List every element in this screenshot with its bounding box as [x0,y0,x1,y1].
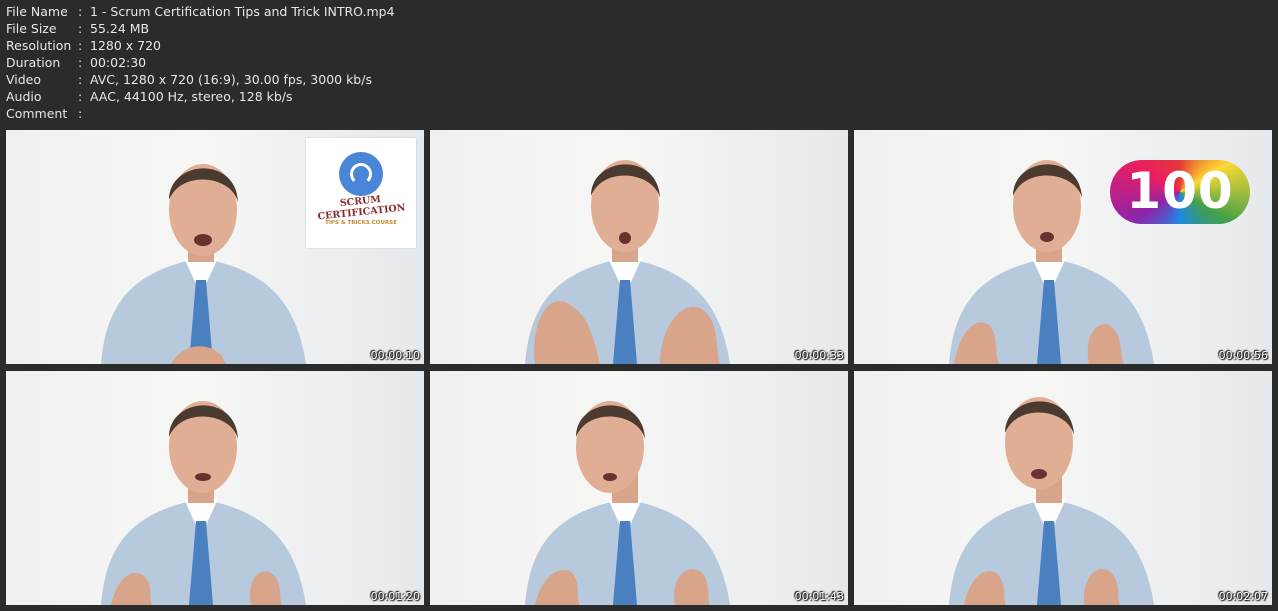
info-key: Comment [6,106,68,121]
video-thumbnail[interactable]: 100 00:00:56 [854,130,1272,364]
video-thumbnail[interactable]: 00:02:07 [854,371,1272,605]
info-row-audio: Audio : AAC, 44100 Hz, stereo, 128 kb/s [6,88,395,105]
info-key: Audio [6,89,42,104]
thumbnail-timestamp: 00:00:56 [1218,349,1268,362]
presenter-image [101,401,306,605]
info-key: File Size [6,21,57,36]
video-thumbnail[interactable]: 00:00:33 [430,130,848,364]
info-key: Video [6,72,42,87]
info-separator: : [78,55,83,70]
info-key: File Name [6,4,68,19]
hundred-badge: 100 [1110,160,1250,224]
info-value: 55.24 MB [90,21,150,36]
info-value: AAC, 44100 Hz, stereo, 128 kb/s [90,89,293,104]
video-thumbnail[interactable]: 00:01:20 [6,371,424,605]
thumbnail-timestamp: 00:00:33 [794,349,844,362]
info-row-file-name: File Name : 1 - Scrum Certification Tips… [6,3,395,20]
video-thumbnail[interactable]: SCRUM CERTIFICATION TIPS & TRICKS COURSE… [6,130,424,364]
info-key: Resolution [6,38,72,53]
info-key: Duration [6,55,61,70]
presenter-image [949,397,1154,605]
hundred-text: 100 [1126,162,1234,220]
logo-subtitle: TIPS & TRICKS COURSE [325,220,397,226]
file-info-panel: File Name : 1 - Scrum Certification Tips… [6,3,395,122]
thumbnail-timestamp: 00:01:43 [794,590,844,603]
info-value: 00:02:30 [90,55,147,70]
info-row-comment: Comment : [6,105,395,122]
logo-title: SCRUM CERTIFICATION [317,193,406,223]
info-row-file-size: File Size : 55.24 MB [6,20,395,37]
info-value: AVC, 1280 x 720 (16:9), 30.00 fps, 3000 … [90,72,372,87]
info-value: 1280 x 720 [90,38,162,53]
refresh-icon [339,152,383,196]
thumbnail-timestamp: 00:01:20 [370,590,420,603]
thumbnail-timestamp: 00:00:10 [370,349,420,362]
info-row-resolution: Resolution : 1280 x 720 [6,37,395,54]
info-row-duration: Duration : 00:02:30 [6,54,395,71]
info-separator: : [78,4,83,19]
info-separator: : [78,38,83,53]
thumbnail-timestamp: 00:02:07 [1218,590,1268,603]
info-row-video: Video : AVC, 1280 x 720 (16:9), 30.00 fp… [6,71,395,88]
info-separator: : [78,21,83,36]
course-logo: SCRUM CERTIFICATION TIPS & TRICKS COURSE [306,138,416,248]
info-separator: : [78,89,83,104]
presenter-image [525,401,730,605]
info-separator: : [78,106,83,121]
info-value: 1 - Scrum Certification Tips and Trick I… [90,4,395,19]
info-separator: : [78,72,83,87]
video-thumbnail[interactable]: 00:01:43 [430,371,848,605]
presenter-image [525,160,730,364]
